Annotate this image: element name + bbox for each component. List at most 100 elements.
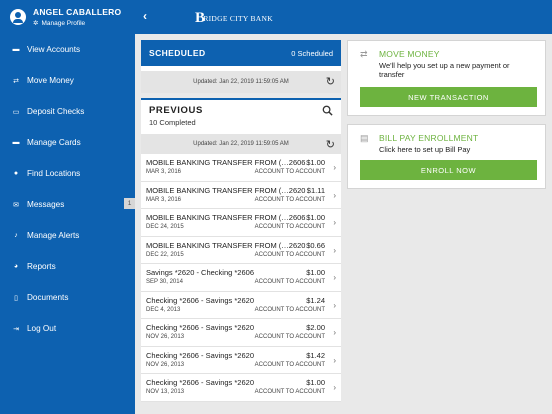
back-chevron-icon[interactable]: ‹ bbox=[143, 9, 147, 23]
transaction-amount: $1.00 bbox=[306, 158, 325, 167]
sidebar-item-documents[interactable]: ▯ Documents bbox=[0, 282, 135, 313]
transaction-row[interactable]: MOBILE BANKING TRANSFER FROM (…2606 $1.00… bbox=[141, 154, 341, 182]
transaction-amount: $1.00 bbox=[306, 378, 325, 387]
sidebar-item-deposit-checks[interactable]: ▭ Deposit Checks bbox=[0, 96, 135, 127]
transaction-amount: $1.00 bbox=[306, 268, 325, 277]
previous-updated-text: Updated: Jan 22, 2019 11:59:05 AM bbox=[193, 141, 289, 147]
logout-icon: ⇥ bbox=[13, 325, 19, 333]
sidebar-item-view-accounts[interactable]: ▬ View Accounts bbox=[0, 34, 135, 65]
bell-icon: ♪ bbox=[14, 232, 18, 239]
chevron-right-icon: › bbox=[333, 273, 336, 282]
transaction-amount: $1.24 bbox=[306, 295, 325, 305]
user-avatar-icon bbox=[10, 9, 26, 25]
transaction-row[interactable]: Checking *2606 - Savings *2620 $1.24 DEC 4… bbox=[141, 291, 341, 319]
sidebar-item-manage-alerts[interactable]: ♪ Manage Alerts bbox=[0, 220, 135, 251]
transaction-amount: $0.66 bbox=[306, 240, 325, 250]
scheduled-updated-text: Updated: Jan 22, 2019 11:59:05 AM bbox=[193, 79, 289, 85]
transaction-type: ACCOUNT TO ACCOUNT bbox=[254, 169, 325, 175]
manage-profile-link[interactable]: ✲ Manage Profile bbox=[33, 19, 121, 28]
scheduled-section: SCHEDULED 0 Scheduled Updated: Jan 22, 2… bbox=[141, 40, 341, 93]
transaction-type: ACCOUNT TO ACCOUNT bbox=[254, 389, 325, 395]
sidebar-item-move-money[interactable]: ⇄ Move Money bbox=[0, 65, 135, 96]
transaction-row[interactable]: MOBILE BANKING TRANSFER FROM (…2620 $1.11… bbox=[141, 181, 341, 209]
transaction-description: Checking *2606 - Savings *2620 bbox=[146, 378, 254, 387]
transaction-date: NOV 26, 2013 bbox=[146, 334, 185, 340]
manage-profile-label: Manage Profile bbox=[41, 19, 86, 27]
bill-pay-title: BILL PAY ENROLLMENT bbox=[379, 133, 479, 143]
transaction-date: SEP 30, 2014 bbox=[146, 279, 183, 285]
previous-title: PREVIOUS bbox=[149, 105, 203, 116]
transaction-type: ACCOUNT TO ACCOUNT bbox=[254, 334, 325, 340]
transaction-date: DEC 4, 2013 bbox=[146, 306, 181, 313]
previous-header: PREVIOUS 10 Completed bbox=[141, 100, 341, 134]
search-icon[interactable] bbox=[322, 105, 333, 116]
chevron-right-icon: › bbox=[333, 190, 336, 200]
transaction-type: ACCOUNT TO ACCOUNT bbox=[254, 279, 325, 285]
credit-card-icon: ▬ bbox=[12, 46, 20, 53]
user-profile[interactable]: ANGEL CABALLERO ✲ Manage Profile bbox=[0, 0, 135, 34]
sidebar-item-label: Deposit Checks bbox=[27, 107, 85, 116]
chevron-right-icon: › bbox=[333, 383, 336, 392]
transaction-row[interactable]: MOBILE BANKING TRANSFER FROM (…2620 $0.66… bbox=[141, 236, 341, 264]
bank-logo: B RIDGE CITY BANK bbox=[195, 10, 273, 27]
transaction-row[interactable]: Checking *2606 - Savings *2620 $1.42 NOV 2… bbox=[141, 346, 341, 374]
logo-text: RIDGE CITY BANK bbox=[203, 14, 273, 23]
bill-pay-icon: ▤ bbox=[360, 133, 369, 143]
dollar-transfer-icon: ⇄ bbox=[360, 49, 368, 59]
transaction-description: MOBILE BANKING TRANSFER FROM (…2620 bbox=[146, 240, 306, 250]
previous-updated-bar: Updated: Jan 22, 2019 11:59:05 AM ↻ bbox=[141, 134, 341, 154]
transactions-column: SCHEDULED 0 Scheduled Updated: Jan 22, 2… bbox=[141, 40, 341, 402]
transaction-description: MOBILE BANKING TRANSFER FROM (…2606 bbox=[146, 158, 306, 167]
sidebar-item-label: Manage Alerts bbox=[27, 231, 80, 240]
user-name: ANGEL CABALLERO bbox=[33, 7, 122, 17]
transaction-description: MOBILE BANKING TRANSFER FROM (…2620 bbox=[146, 185, 306, 195]
card-icon: ▬ bbox=[12, 139, 20, 146]
sidebar-item-label: Reports bbox=[27, 262, 56, 271]
chevron-right-icon: › bbox=[333, 218, 336, 227]
document-icon: ▯ bbox=[14, 294, 18, 302]
transaction-date: MAR 3, 2016 bbox=[146, 169, 182, 175]
transaction-row[interactable]: Checking *2606 - Savings *2620 $2.00 NOV 2… bbox=[141, 319, 341, 347]
sidebar-item-log-out[interactable]: ⇥ Log Out bbox=[0, 313, 135, 344]
transaction-row[interactable]: Savings *2620 - Checking *2606 $1.00 SEP 3… bbox=[141, 264, 341, 292]
sidebar-item-label: Manage Cards bbox=[27, 138, 81, 147]
transaction-description: Checking *2606 - Savings *2620 bbox=[146, 323, 254, 332]
sidebar-item-messages[interactable]: ✉ Messages 1 bbox=[0, 189, 135, 220]
check-deposit-icon: ▭ bbox=[12, 108, 20, 116]
sidebar-nav: ▬ View Accounts ⇄ Move Money ▭ Deposit Checks… bbox=[0, 34, 135, 344]
transaction-date: MAR 3, 2016 bbox=[146, 196, 182, 203]
scheduled-updated-bar: Updated: Jan 22, 2019 11:59:05 AM ↻ bbox=[141, 71, 341, 93]
new-transaction-button[interactable]: NEW TRANSACTION bbox=[360, 87, 537, 107]
transaction-description: Savings *2620 - Checking *2606 bbox=[146, 268, 254, 277]
transaction-row[interactable]: MOBILE BANKING TRANSFER FROM (…2606 $1.00… bbox=[141, 209, 341, 237]
previous-section: PREVIOUS 10 Completed Updated: Jan 22, 2… bbox=[141, 98, 341, 402]
dollar-transfer-icon: ⇄ bbox=[13, 77, 19, 85]
chevron-right-icon: › bbox=[333, 245, 336, 255]
scheduled-count: 0 Scheduled bbox=[291, 48, 333, 58]
refresh-icon[interactable]: ↻ bbox=[326, 138, 335, 151]
sidebar-item-label: Documents bbox=[27, 293, 69, 302]
sidebar-item-reports[interactable]: ◕ Reports bbox=[0, 251, 135, 282]
transaction-description: Checking *2606 - Savings *2620 bbox=[146, 295, 254, 305]
move-money-title: MOVE MONEY bbox=[379, 49, 440, 59]
transaction-type: ACCOUNT TO ACCOUNT bbox=[254, 196, 325, 203]
sidebar-item-label: View Accounts bbox=[27, 45, 81, 54]
pie-chart-icon: ◕ bbox=[13, 263, 19, 270]
bill-pay-description: Click here to set up Bill Pay bbox=[379, 145, 471, 154]
refresh-icon[interactable]: ↻ bbox=[326, 75, 335, 88]
message-count-badge: 1 bbox=[124, 198, 135, 209]
sidebar-item-label: Messages bbox=[27, 200, 65, 209]
envelope-icon: ✉ bbox=[13, 201, 19, 209]
enroll-now-button[interactable]: ENROLL NOW bbox=[360, 160, 537, 180]
sidebar-item-find-locations[interactable]: ● Find Locations bbox=[0, 158, 135, 189]
transaction-description: Checking *2606 - Savings *2620 bbox=[146, 350, 254, 360]
sidebar: ANGEL CABALLERO ✲ Manage Profile ▬ View A… bbox=[0, 0, 135, 414]
bill-pay-card: ▤ BILL PAY ENROLLMENT Click here to set … bbox=[347, 124, 546, 189]
transaction-date: DEC 22, 2015 bbox=[146, 251, 184, 258]
chevron-right-icon: › bbox=[333, 328, 336, 337]
actions-column: ⇄ MOVE MONEY We'll help you set up a new… bbox=[347, 40, 546, 189]
sidebar-item-manage-cards[interactable]: ▬ Manage Cards bbox=[0, 127, 135, 158]
scheduled-header: SCHEDULED 0 Scheduled bbox=[141, 40, 341, 66]
transaction-row[interactable]: Checking *2606 - Savings *2620 $1.00 NOV 1… bbox=[141, 374, 341, 402]
transaction-amount: $1.11 bbox=[306, 185, 325, 195]
